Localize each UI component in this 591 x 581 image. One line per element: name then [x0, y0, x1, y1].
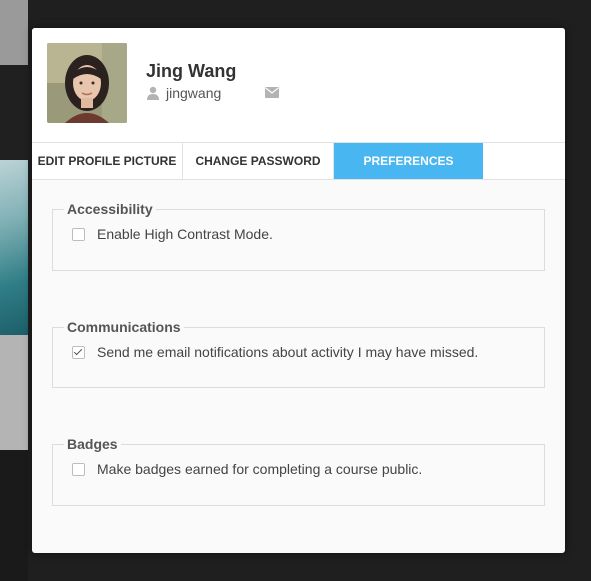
- communications-section: Communications Send me email notificatio…: [52, 319, 545, 388]
- envelope-icon[interactable]: [265, 87, 279, 98]
- preference-label: Send me email notifications about activi…: [97, 344, 479, 360]
- profile-tabs: EDIT PROFILE PICTURE CHANGE PASSWORD PRE…: [32, 142, 565, 180]
- preference-row: Enable High Contrast Mode.: [72, 226, 544, 242]
- section-legend: Communications: [67, 319, 181, 335]
- preference-row: Make badges earned for completing a cour…: [72, 461, 544, 477]
- tab-change-password[interactable]: CHANGE PASSWORD: [183, 143, 334, 179]
- high-contrast-checkbox[interactable]: [72, 227, 85, 241]
- background-panel: [0, 0, 28, 65]
- section-legend: Badges: [67, 436, 118, 452]
- background-panel: [0, 335, 28, 450]
- username-line: jingwang: [146, 84, 221, 102]
- profile-modal: × Jing Wang jingwang: [32, 28, 565, 553]
- preference-row: Send me email notifications about activi…: [72, 344, 544, 360]
- background-image: [0, 160, 28, 335]
- profile-header: Jing Wang jingwang: [32, 28, 565, 142]
- email-notifications-checkbox[interactable]: [72, 345, 85, 359]
- tab-edit-profile-picture[interactable]: EDIT PROFILE PICTURE: [32, 143, 183, 179]
- background-panel: [0, 65, 28, 160]
- preference-label: Enable High Contrast Mode.: [97, 226, 273, 242]
- tab-preferences[interactable]: PREFERENCES: [334, 143, 483, 179]
- background-panel: [0, 450, 28, 581]
- public-badges-checkbox[interactable]: [72, 462, 85, 476]
- avatar: [47, 43, 127, 123]
- badges-section: Badges Make badges earned for completing…: [52, 436, 545, 506]
- user-icon: [147, 86, 159, 100]
- username: jingwang: [166, 85, 222, 101]
- preference-label: Make badges earned for completing a cour…: [97, 461, 423, 477]
- section-legend: Accessibility: [67, 201, 153, 217]
- accessibility-section: Accessibility Enable High Contrast Mode.: [52, 201, 545, 271]
- profile-name: Jing Wang: [146, 61, 237, 81]
